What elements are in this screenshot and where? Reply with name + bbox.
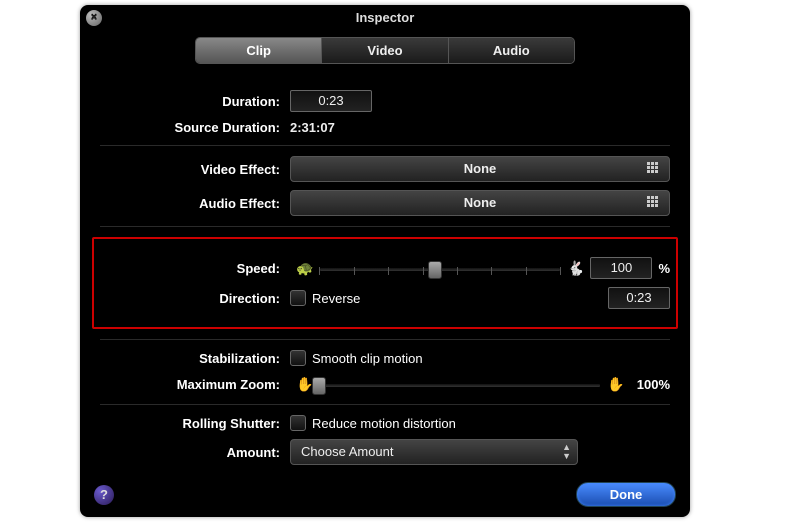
- divider: [100, 226, 670, 227]
- close-button[interactable]: ×: [86, 10, 102, 26]
- amount-label: Amount:: [100, 445, 290, 460]
- inspector-window: × Inspector Clip Video Audio Duration: 0…: [80, 5, 690, 517]
- video-effect-value: None: [464, 161, 497, 176]
- audio-effect-value: None: [464, 195, 497, 210]
- speed-value-field[interactable]: 100: [590, 257, 652, 279]
- turtle-icon: 🐢: [290, 260, 319, 277]
- help-button[interactable]: ?: [94, 485, 114, 505]
- updown-icon: ▲▼: [562, 443, 571, 461]
- grid-icon: [647, 162, 661, 176]
- reverse-checkbox[interactable]: [290, 290, 306, 306]
- stabilization-label: Stabilization:: [100, 351, 290, 366]
- video-effect-label: Video Effect:: [100, 162, 290, 177]
- source-duration-value: 2:31:07: [290, 120, 335, 135]
- audio-effect-label: Audio Effect:: [100, 196, 290, 211]
- tab-video[interactable]: Video: [321, 38, 447, 63]
- rabbit-icon: 🐇: [561, 260, 590, 277]
- hand-icon: ✋: [601, 376, 630, 393]
- speed-unit: %: [658, 261, 670, 276]
- panel: Duration: 0:23 Source Duration: 2:31:07 …: [80, 64, 690, 465]
- video-effect-button[interactable]: None: [290, 156, 670, 182]
- highlight-box: Speed: 🐢 🐇 100 % Direction: Reverse 0:23: [92, 237, 678, 329]
- amount-value: Choose Amount: [301, 444, 394, 459]
- divider: [100, 145, 670, 146]
- speed-slider[interactable]: [319, 258, 561, 278]
- duration-label: Duration:: [100, 94, 290, 109]
- rolling-shutter-checkbox-label: Reduce motion distortion: [312, 416, 456, 431]
- tab-bar: Clip Video Audio: [195, 37, 575, 64]
- done-button[interactable]: Done: [576, 482, 676, 507]
- grid-icon: [647, 196, 661, 210]
- amount-select[interactable]: Choose Amount ▲▼: [290, 439, 578, 465]
- divider: [100, 339, 670, 340]
- speed-label: Speed:: [100, 261, 290, 276]
- rolling-shutter-label: Rolling Shutter:: [100, 416, 290, 431]
- direction-label: Direction:: [100, 291, 290, 306]
- tab-clip[interactable]: Clip: [196, 38, 321, 63]
- tab-audio[interactable]: Audio: [448, 38, 574, 63]
- stabilization-checkbox-label: Smooth clip motion: [312, 351, 423, 366]
- source-duration-label: Source Duration:: [100, 120, 290, 135]
- duration-field[interactable]: 0:23: [290, 90, 372, 112]
- max-zoom-slider[interactable]: [319, 374, 601, 394]
- stabilization-checkbox[interactable]: [290, 350, 306, 366]
- max-zoom-value: 100%: [637, 377, 670, 392]
- max-zoom-label: Maximum Zoom:: [100, 377, 290, 392]
- reverse-checkbox-label: Reverse: [312, 291, 608, 306]
- titlebar: × Inspector: [80, 5, 690, 31]
- divider: [100, 404, 670, 405]
- window-title: Inspector: [356, 10, 415, 25]
- rolling-shutter-checkbox[interactable]: [290, 415, 306, 431]
- audio-effect-button[interactable]: None: [290, 190, 670, 216]
- direction-time-field[interactable]: 0:23: [608, 287, 670, 309]
